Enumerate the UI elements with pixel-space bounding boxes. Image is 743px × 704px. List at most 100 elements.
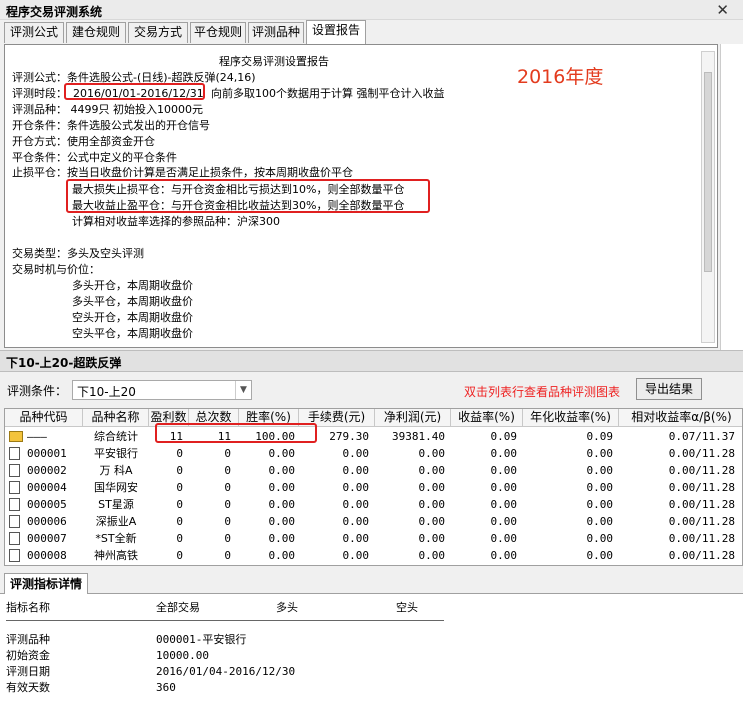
detail-tab-bar: 评测指标详情	[0, 572, 743, 595]
detail-value: 2016/01/04-2016/12/30	[156, 665, 296, 678]
cell-fee: 0.00	[342, 464, 370, 477]
scrollbar-thumb[interactable]	[704, 72, 712, 272]
cell-profit: 0.00	[418, 549, 446, 562]
column-header[interactable]: 品种名称	[83, 409, 149, 427]
cell-annual: 0.00	[586, 481, 614, 494]
cell-total: 0	[224, 498, 231, 511]
detail-panel[interactable]: 指标名称 全部交易 多头 空头 评测品种 000001-平安银行 初始资金 10…	[0, 594, 743, 704]
tab-close-rules[interactable]: 平仓规则	[190, 22, 246, 43]
table-row[interactable]: 000001 平安银行 0 0 0.00 0.00 0.00 0.00 0.00 0.00/11.…	[5, 445, 742, 462]
export-button[interactable]: 导出结果	[636, 378, 702, 400]
cell-total: 0	[224, 481, 231, 494]
cell-name: ST星源	[98, 498, 134, 511]
table-row[interactable]: 000008 神州高铁 0 0 0.00 0.00 0.00 0.00 0.00 0.00/11.…	[5, 547, 742, 564]
cell-rel: 0.00/11.28	[668, 498, 735, 511]
cell-rel: 0.00/11.28	[668, 515, 735, 528]
cell-code: 000002	[27, 464, 67, 477]
report-scrollbar[interactable]	[701, 51, 715, 343]
cell-name: 神州高铁	[94, 549, 138, 562]
report-rule: 多头平仓，本周期收盘价	[72, 295, 193, 308]
column-header[interactable]: 总次数	[189, 409, 239, 427]
detail-header: 空头	[396, 601, 418, 614]
chevron-down-icon[interactable]: ▼	[235, 381, 251, 399]
document-icon	[9, 447, 20, 460]
year-annotation: 2016年度	[517, 66, 604, 88]
cell-code: 000008	[27, 549, 67, 562]
tab-trade-method[interactable]: 交易方式	[128, 22, 188, 43]
report-close-condition: 平仓条件：公式中定义的平仓条件	[12, 151, 177, 164]
tab-detail-metrics[interactable]: 评测指标详情	[4, 573, 89, 595]
results-section-title: 下10-上20-超跌反弹	[6, 356, 122, 370]
detail-value: 000001-平安银行	[156, 633, 247, 646]
cell-profit: 0.00	[418, 464, 446, 477]
report-stoploss: 止损平仓：按当日收盘价计算是否满足止损条件，按本周期收盘价平仓	[12, 166, 353, 179]
detail-value: 360	[156, 681, 176, 694]
cell-fee: 0.00	[342, 549, 370, 562]
cell-win: 0	[176, 498, 183, 511]
cell-ret: 0.09	[490, 430, 518, 443]
cell-ret: 0.00	[490, 532, 518, 545]
condition-select[interactable]: 下10-上20 ▼	[72, 380, 252, 400]
cell-profit: 0.00	[418, 481, 446, 494]
folder-icon	[9, 431, 23, 442]
cell-ret: 0.00	[490, 498, 518, 511]
window-title: 程序交易评测系统	[6, 5, 103, 19]
table-row[interactable]: 000005 ST星源 0 0 0.00 0.00 0.00 0.00 0.00 0.00/11.…	[5, 496, 742, 513]
table-row[interactable]: ——— 综合统计 11 11 100.00 279.30 39381.40 0.09 0.09 0…	[5, 428, 742, 445]
tab-build-rules[interactable]: 建仓规则	[66, 22, 126, 43]
report-open-condition: 开仓条件：条件选股公式发出的开仓信号	[12, 119, 210, 132]
column-header[interactable]: 净利润(元)	[375, 409, 451, 427]
results-hint: 双击列表行查看品种评测图表	[464, 385, 621, 399]
report-benchmark: 计算相对收益率选择的参照品种：沪深300	[72, 215, 280, 228]
cell-fee: 279.30	[329, 430, 369, 443]
cell-rate: 0.00	[268, 481, 296, 494]
report-rule: 空头开仓，本周期收盘价	[72, 311, 193, 324]
column-header[interactable]: 品种代码	[5, 409, 83, 427]
cell-rel: 0.00/11.28	[668, 481, 735, 494]
detail-header: 指标名称	[6, 601, 50, 614]
tab-varieties[interactable]: 评测品种	[248, 22, 304, 43]
column-header[interactable]: 胜率(%)	[239, 409, 299, 427]
column-header[interactable]: 收益率(%)	[451, 409, 523, 427]
cell-code: ———	[27, 430, 47, 443]
report-varieties: 评测品种： 4499只 初始投入10000元	[12, 103, 203, 116]
report-max-gain: 最大收益止盈平仓：与开仓资金相比收益达到30%，则全部数量平仓	[72, 199, 405, 212]
cell-code: 000001	[27, 447, 67, 460]
column-header[interactable]: 手续费(元)	[299, 409, 375, 427]
report-trade-type: 交易类型：多头及空头评测	[12, 247, 144, 260]
cell-rel: 0.00/11.28	[668, 464, 735, 477]
tab-formula[interactable]: 评测公式	[4, 22, 64, 43]
cell-name: 平安银行	[94, 447, 138, 460]
cell-fee: 0.00	[342, 498, 370, 511]
tab-settings-report[interactable]: 设置报告	[306, 20, 366, 44]
close-icon[interactable]: ✕	[716, 1, 729, 19]
cell-name: 深振业A	[95, 515, 137, 528]
cell-annual: 0.00	[586, 498, 614, 511]
table-row[interactable]: 000006 深振业A 0 0 0.00 0.00 0.00 0.00 0.00 0.00/11.…	[5, 513, 742, 530]
cell-rel: 0.00/11.28	[668, 532, 735, 545]
cell-fee: 0.00	[342, 481, 370, 494]
condition-label: 评测条件：	[7, 384, 68, 398]
document-icon	[9, 464, 20, 477]
cell-rate: 0.00	[268, 464, 296, 477]
results-table[interactable]: 品种代码 品种名称 盈利数 总次数 胜率(%) 手续费(元) 净利润(元) 收益…	[4, 408, 743, 566]
report-max-loss: 最大损失止损平仓：与开仓资金相比亏损达到10%，则全部数量平仓	[72, 183, 405, 196]
cell-annual: 0.00	[586, 549, 614, 562]
column-header[interactable]: 盈利数	[149, 409, 189, 427]
settings-report-panel[interactable]: 程序交易评测设置报告 评测公式：条件选股公式-(日线)-超跌反弹(24,16) …	[4, 44, 718, 348]
table-header: 品种代码 品种名称 盈利数 总次数 胜率(%) 手续费(元) 净利润(元) 收益…	[5, 409, 742, 427]
column-header[interactable]: 相对收益率α/β(%)	[619, 409, 742, 427]
cell-total: 0	[224, 464, 231, 477]
cell-profit: 39381.40	[392, 430, 445, 443]
cell-code: 000004	[27, 481, 67, 494]
table-row[interactable]: 000004 国华网安 0 0 0.00 0.00 0.00 0.00 0.00 0.00/11.…	[5, 479, 742, 496]
table-row[interactable]: 000007 *ST全新 0 0 0.00 0.00 0.00 0.00 0.00 0.00/11…	[5, 530, 742, 547]
cell-ret: 0.00	[490, 447, 518, 460]
table-row[interactable]: 000002 万 科A 0 0 0.00 0.00 0.00 0.00 0.00 0.00/11.…	[5, 462, 742, 479]
cell-name: 综合统计	[94, 430, 138, 443]
report-period-note: 向前多取100个数据用于计算 强制平仓计入收益	[211, 87, 445, 100]
cell-rate: 0.00	[268, 532, 296, 545]
cell-win: 0	[176, 464, 183, 477]
column-header[interactable]: 年化收益率(%)	[523, 409, 619, 427]
cell-profit: 0.00	[418, 532, 446, 545]
